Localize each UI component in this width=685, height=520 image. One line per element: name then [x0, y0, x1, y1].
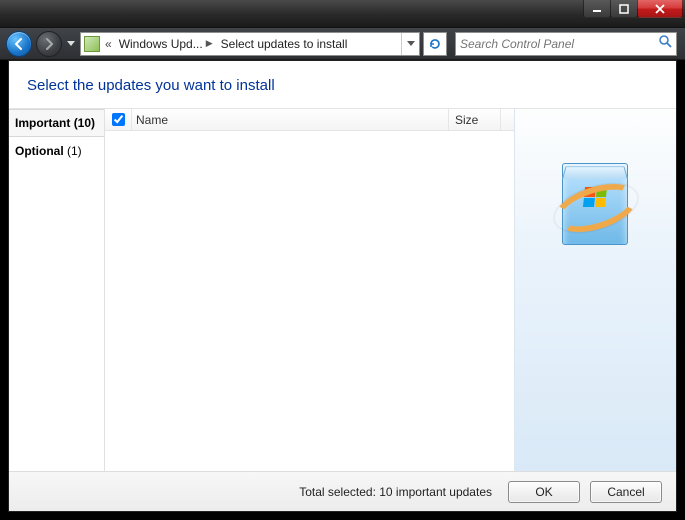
category-important[interactable]: Important (10) [9, 109, 104, 137]
column-header-spacer [500, 109, 514, 130]
breadcrumb-label: Windows Upd... [119, 37, 203, 51]
control-panel-icon [84, 36, 100, 52]
breadcrumb-seg-select-updates[interactable]: Select updates to install [217, 33, 352, 55]
breadcrumb[interactable]: « Windows Upd... ▶ Select updates to ins… [80, 32, 420, 56]
window-frame: « Windows Upd... ▶ Select updates to ins… [0, 0, 685, 520]
list-body[interactable] [105, 131, 514, 471]
columns: Important (10) Optional (1) Name [9, 108, 676, 471]
column-header-name[interactable]: Name [131, 109, 448, 130]
caption-buttons [584, 0, 683, 18]
navigation-bar: « Windows Upd... ▶ Select updates to ins… [0, 28, 685, 60]
breadcrumb-label: Select updates to install [221, 37, 348, 51]
cancel-button[interactable]: Cancel [590, 481, 662, 503]
refresh-button[interactable] [423, 32, 447, 56]
category-optional[interactable]: Optional (1) [9, 137, 104, 165]
select-all-column[interactable] [105, 113, 131, 126]
category-label: Optional [15, 144, 64, 158]
windows-update-icon [550, 153, 642, 253]
selection-status: Total selected: 10 important updates [299, 485, 492, 499]
list-header: Name Size [105, 109, 514, 131]
nav-history-dropdown[interactable] [66, 34, 76, 54]
page-title: Select the updates you want to install [9, 61, 676, 108]
column-label: Size [455, 113, 478, 127]
category-pane: Important (10) Optional (1) [9, 109, 105, 471]
breadcrumb-history-dropdown[interactable] [401, 33, 419, 55]
category-label: Important [15, 116, 70, 130]
search-box[interactable] [455, 32, 677, 56]
back-button[interactable] [6, 31, 32, 57]
column-label: Name [136, 113, 168, 127]
column-header-size[interactable]: Size [448, 109, 500, 130]
content-area: Select the updates you want to install I… [8, 60, 677, 512]
titlebar[interactable] [0, 0, 685, 28]
category-count: (10) [74, 116, 95, 130]
minimize-button[interactable] [583, 0, 611, 18]
maximize-button[interactable] [610, 0, 638, 18]
breadcrumb-overflow[interactable]: « [102, 37, 115, 51]
chevron-right-icon: ▶ [206, 38, 213, 49]
select-all-checkbox[interactable] [112, 113, 125, 126]
ok-button[interactable]: OK [508, 481, 580, 503]
search-input[interactable] [460, 37, 658, 51]
forward-button[interactable] [36, 31, 62, 57]
breadcrumb-seg-windows-update[interactable]: Windows Upd... ▶ [115, 33, 217, 55]
footer: Total selected: 10 important updates OK … [9, 471, 676, 511]
search-icon[interactable] [658, 34, 672, 53]
close-button[interactable] [637, 0, 683, 18]
details-pane [514, 109, 676, 471]
category-count: (1) [67, 144, 82, 158]
update-list: Name Size [105, 109, 514, 471]
